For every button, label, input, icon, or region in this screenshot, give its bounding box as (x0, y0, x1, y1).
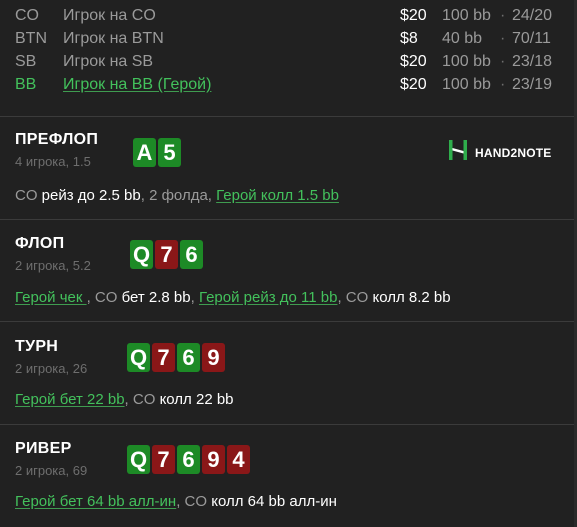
street-actions: Герой бет 22 bb, CO колл 22 bb (15, 391, 234, 408)
hand-history-panel: CO Игрок на CO $20 100 bb · 24/20 BTN Иг… (0, 0, 577, 527)
player-position: BTN (15, 30, 47, 47)
separator-dot: · (500, 7, 506, 24)
player-stats: 23/18 (512, 53, 553, 70)
street-subtitle: 2 игрока, 69 (15, 463, 88, 478)
player-stake: $20 (400, 76, 427, 93)
action-segment: , (190, 289, 199, 306)
card: 5 (158, 138, 181, 167)
street-title: ПРЕФЛОП (15, 131, 99, 148)
player-stats: 24/20 (512, 7, 553, 24)
card: Q (130, 240, 153, 269)
street-flop: ФЛОП 2 игрока, 5.2 Q 7 6 Герой чек , CO … (0, 235, 577, 322)
player-stats: 23/19 (512, 76, 553, 93)
board-cards: Q 7 6 (130, 240, 203, 269)
player-stake: $20 (400, 7, 427, 24)
action-segment: бет 2.8 bb (121, 289, 191, 306)
player-stack-bb: 100 bb (442, 7, 491, 24)
hero-action[interactable]: Герой рейз до 11 bb (199, 289, 338, 306)
hole-cards: A 5 (133, 138, 181, 167)
action-segment: , CO (86, 289, 122, 306)
players-list: CO Игрок на CO $20 100 bb · 24/20 BTN Иг… (0, 0, 577, 114)
separator-dot: · (500, 53, 506, 70)
street-title: ФЛОП (15, 235, 65, 252)
divider (0, 116, 577, 117)
player-position: CO (15, 7, 39, 24)
card: 7 (152, 343, 175, 372)
action-segment: , CO (176, 493, 212, 510)
card: A (133, 138, 156, 167)
separator-dot: · (500, 76, 506, 93)
card: 6 (177, 445, 200, 474)
action-segment: рейз до 2.5 bb (41, 187, 141, 204)
player-row-btn: BTN Игрок на BTN $8 40 bb · 70/11 (0, 27, 577, 50)
street-subtitle: 4 игрока, 1.5 (15, 154, 91, 169)
card: Q (127, 343, 150, 372)
player-position: BB (15, 76, 37, 93)
action-segment: CO (15, 187, 42, 204)
street-title: ТУРН (15, 338, 59, 355)
street-title: РИВЕР (15, 440, 72, 457)
action-segment: , CO (337, 289, 373, 306)
action-segment: , 2 фолда, (140, 187, 217, 204)
player-name[interactable]: Игрок на SB (63, 50, 153, 73)
card: 7 (155, 240, 178, 269)
player-name[interactable]: Игрок на BTN (63, 27, 164, 50)
player-stack-bb: 40 bb (442, 30, 483, 47)
card: 9 (202, 445, 225, 474)
player-name[interactable]: Игрок на CO (63, 4, 156, 27)
player-row-co: CO Игрок на CO $20 100 bb · 24/20 (0, 4, 577, 27)
board-cards: Q 7 6 9 4 (127, 445, 250, 474)
street-actions: Герой бет 64 bb алл-ин, CO колл 64 bb ал… (15, 493, 337, 510)
divider (0, 219, 577, 220)
hero-action[interactable]: Герой чек (15, 289, 87, 306)
hero-action[interactable]: Герой бет 22 bb (15, 391, 125, 408)
card: 9 (202, 343, 225, 372)
player-stats: 70/11 (512, 30, 551, 47)
player-position: SB (15, 53, 37, 70)
divider (0, 321, 577, 322)
player-stack-bb: 100 bb (442, 76, 491, 93)
card: 4 (227, 445, 250, 474)
card: Q (127, 445, 150, 474)
card: 7 (152, 445, 175, 474)
street-subtitle: 2 игрока, 5.2 (15, 258, 91, 273)
player-stack-bb: 100 bb (442, 53, 491, 70)
divider (0, 424, 577, 425)
street-subtitle: 2 игрока, 26 (15, 361, 88, 376)
street-turn: ТУРН 2 игрока, 26 Q 7 6 9 Герой бет 22 b… (0, 338, 577, 424)
action-segment: , CO (124, 391, 160, 408)
player-row-bb-hero: BB Игрок на BB (Герой) $20 100 bb · 23/1… (0, 73, 577, 96)
hero-action[interactable]: Герой бет 64 bb алл-ин (15, 493, 176, 510)
action-segment: колл 64 bb алл-ин (211, 493, 337, 510)
hero-player-name[interactable]: Игрок на BB (Герой) (63, 73, 211, 96)
player-row-sb: SB Игрок на SB $20 100 bb · 23/18 (0, 50, 577, 73)
board-cards: Q 7 6 9 (127, 343, 225, 372)
street-actions: CO рейз до 2.5 bb, 2 фолда, Герой колл 1… (15, 187, 339, 204)
player-stake: $20 (400, 53, 427, 70)
card: 6 (177, 343, 200, 372)
hero-action[interactable]: Герой колл 1.5 bb (216, 187, 339, 204)
card: 6 (180, 240, 203, 269)
separator-dot: · (500, 30, 506, 47)
street-preflop: ПРЕФЛОП 4 игрока, 1.5 A 5 CO рейз до 2.5… (0, 131, 577, 219)
street-actions: Герой чек , CO бет 2.8 bb, Герой рейз до… (15, 289, 451, 306)
action-segment: колл 22 bb (159, 391, 234, 408)
street-river: РИВЕР 2 игрока, 69 Q 7 6 9 4 Герой бет 6… (0, 440, 577, 527)
action-segment: колл 8.2 bb (372, 289, 451, 306)
player-stake: $8 (400, 30, 418, 47)
